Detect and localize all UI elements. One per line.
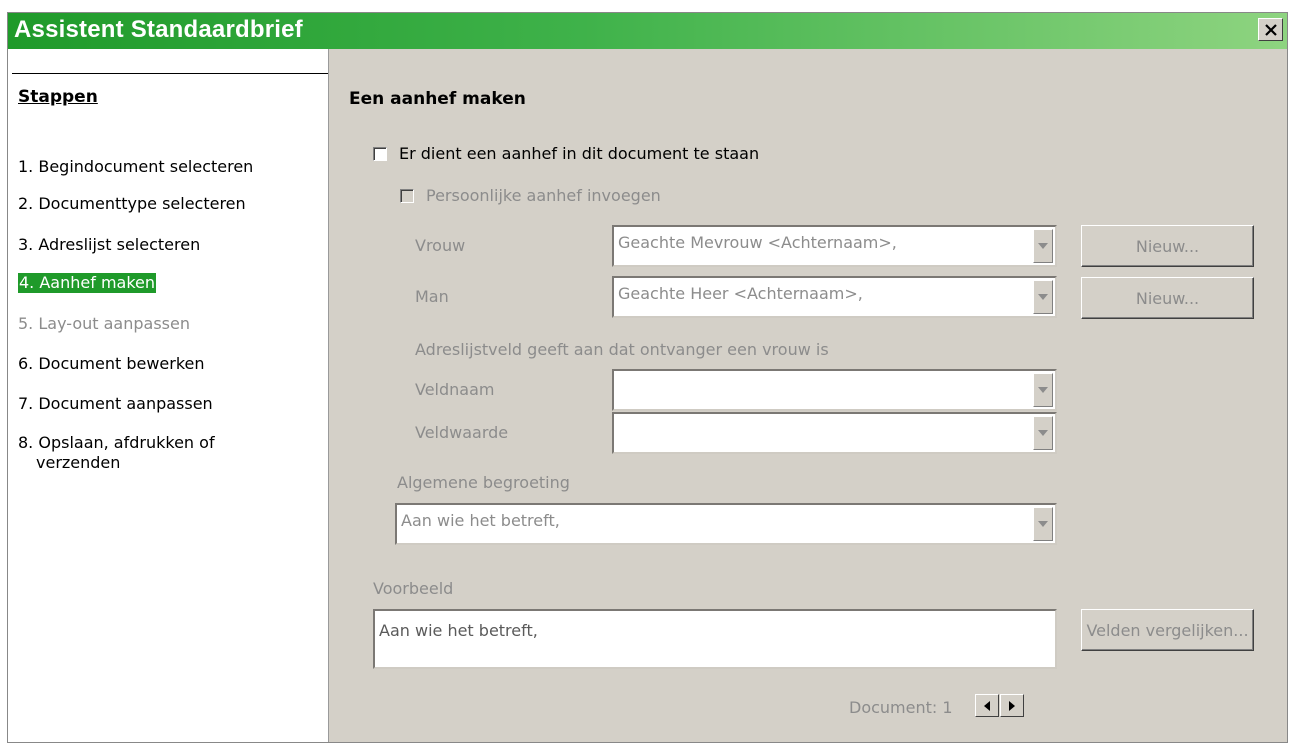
man-combobox[interactable]: Geachte Heer <Achternaam>,: [612, 276, 1057, 318]
previous-document-button[interactable]: [975, 694, 999, 717]
chevron-down-icon: [1038, 243, 1048, 249]
match-fields-button[interactable]: Velden vergelijken...: [1081, 609, 1254, 651]
veldwaarde-combobox[interactable]: [612, 412, 1057, 454]
general-greeting-label: Algemene begroeting: [397, 473, 570, 492]
step-begindocument[interactable]: 1. Begindocument selecteren: [18, 157, 253, 177]
chevron-down-icon: [1038, 521, 1048, 527]
step-aanhef[interactable]: 4. Aanhef maken: [18, 273, 157, 293]
step-document-bewerken[interactable]: 6. Document bewerken: [18, 354, 205, 374]
veldwaarde-label: Veldwaarde: [415, 423, 509, 442]
step-document-aanpassen[interactable]: 7. Document aanpassen: [18, 394, 213, 414]
veldnaam-label: Veldnaam: [415, 380, 495, 399]
preview-label: Voorbeeld: [373, 579, 454, 598]
title-bar[interactable]: Assistent Standaardbrief: [8, 13, 1287, 49]
general-greeting-value: Aan wie het betreft,: [401, 511, 560, 530]
triangle-left-icon: [984, 700, 990, 711]
man-new-button-label: Nieuw...: [1135, 288, 1200, 308]
close-icon: [1264, 23, 1277, 36]
man-combobox-value: Geachte Heer <Achternaam>,: [618, 284, 863, 303]
steps-divider: [12, 73, 328, 74]
salutation-checkbox-label[interactable]: Er dient een aanhef in dit document te s…: [399, 144, 759, 163]
general-greeting-dropdown-button[interactable]: [1033, 507, 1053, 541]
man-new-button[interactable]: Nieuw...: [1081, 277, 1254, 319]
steps-panel: Stappen 1. Begindocument selecteren 2. D…: [8, 49, 329, 742]
document-counter: Document: 1: [849, 698, 953, 717]
veldwaarde-dropdown-button[interactable]: [1033, 416, 1053, 450]
step-documenttype[interactable]: 2. Documenttype selecteren: [18, 194, 246, 214]
chevron-down-icon: [1038, 430, 1048, 436]
vrouw-new-button[interactable]: Nieuw...: [1081, 225, 1254, 267]
window-title: Assistent Standaardbrief: [14, 16, 303, 43]
personal-salutation-checkbox[interactable]: [400, 189, 414, 203]
wizard-dialog: Assistent Standaardbrief Stappen 1. Begi…: [7, 12, 1288, 743]
vrouw-dropdown-button[interactable]: [1033, 229, 1053, 263]
chevron-down-icon: [1038, 387, 1048, 393]
match-fields-button-label: Velden vergelijken...: [1086, 620, 1249, 640]
chevron-down-icon: [1038, 294, 1048, 300]
veldnaam-dropdown-button[interactable]: [1033, 373, 1053, 407]
content-panel: Een aanhef maken Er dient een aanhef in …: [329, 49, 1287, 742]
man-label: Man: [415, 287, 449, 306]
vrouw-combobox-value: Geachte Mevrouw <Achternaam>,: [618, 233, 897, 252]
step-opslaan-line2: verzenden: [36, 453, 121, 472]
vrouw-label: Vrouw: [415, 236, 466, 255]
field-caption: Adreslijstveld geeft aan dat ontvanger e…: [415, 340, 829, 359]
salutation-checkbox[interactable]: [373, 147, 387, 161]
general-greeting-combobox[interactable]: Aan wie het betreft,: [395, 503, 1057, 545]
personal-salutation-label: Persoonlijke aanhef invoegen: [426, 186, 661, 205]
step-adreslijst[interactable]: 3. Adreslijst selecteren: [18, 235, 200, 255]
man-dropdown-button[interactable]: [1033, 280, 1053, 314]
triangle-right-icon: [1009, 700, 1015, 711]
vrouw-combobox[interactable]: Geachte Mevrouw <Achternaam>,: [612, 225, 1057, 267]
preview-text: Aan wie het betreft,: [379, 621, 538, 640]
page-title: Een aanhef maken: [349, 89, 526, 109]
vrouw-new-button-label: Nieuw...: [1135, 236, 1200, 256]
steps-heading: Stappen: [18, 87, 98, 107]
next-document-button[interactable]: [1000, 694, 1024, 717]
step-opslaan[interactable]: 8. Opslaan, afdrukken of verzenden: [18, 433, 215, 473]
veldnaam-combobox[interactable]: [612, 369, 1057, 411]
step-opslaan-line1: 8. Opslaan, afdrukken of: [18, 433, 215, 452]
close-button[interactable]: [1258, 18, 1283, 41]
preview-box: Aan wie het betreft,: [373, 609, 1057, 669]
step-layout: 5. Lay-out aanpassen: [18, 314, 190, 333]
